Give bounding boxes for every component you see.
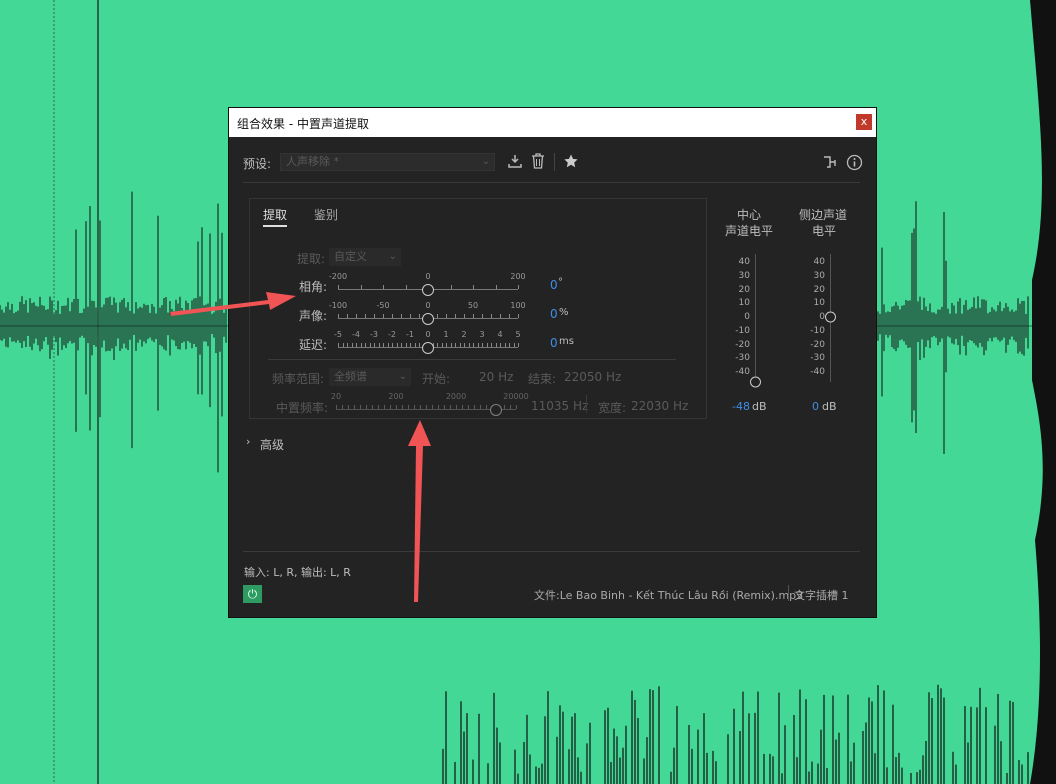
arrow-to-slider (408, 420, 431, 602)
arrow-to-phase (170, 292, 296, 316)
annotation-arrows (170, 292, 431, 602)
